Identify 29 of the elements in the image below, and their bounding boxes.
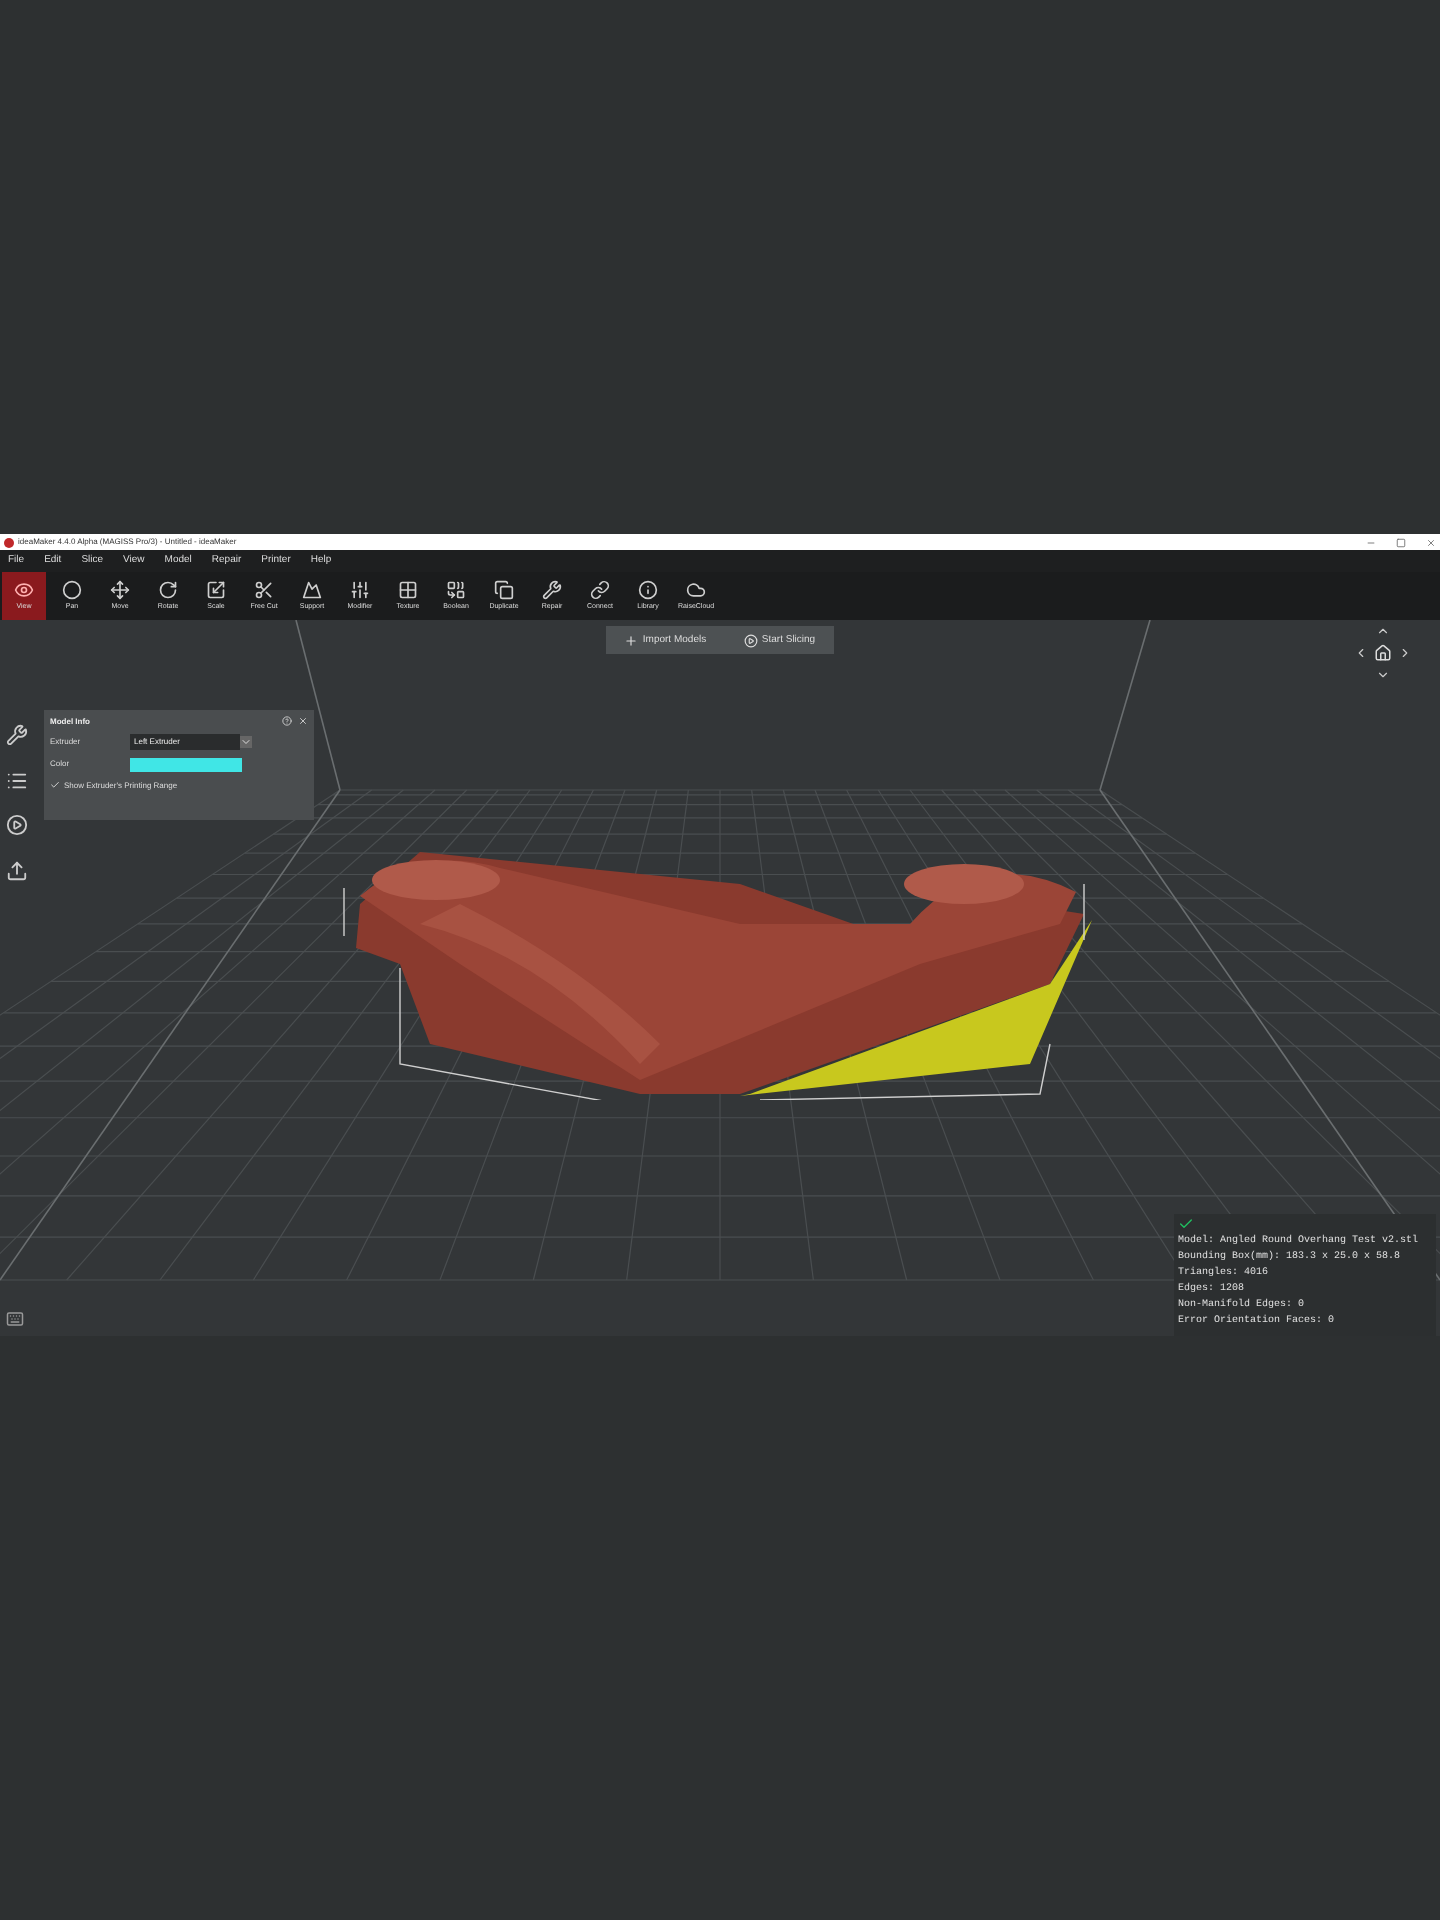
plus-icon <box>624 633 639 647</box>
keyboard-icon[interactable] <box>6 1310 24 1328</box>
info-icon <box>638 580 658 601</box>
list-icon[interactable] <box>6 770 28 792</box>
circle-icon <box>62 580 82 601</box>
link-icon <box>590 580 610 601</box>
wrench-icon[interactable] <box>6 724 28 746</box>
checkbox[interactable] <box>50 780 60 790</box>
scissors-icon <box>254 580 274 601</box>
shapes-icon <box>446 580 466 601</box>
scale-icon <box>206 580 226 601</box>
upload-icon[interactable] <box>6 860 28 882</box>
grid-icon <box>398 580 418 601</box>
copy-icon <box>494 580 514 601</box>
play-icon <box>743 633 758 647</box>
home-icon[interactable] <box>1374 644 1392 662</box>
move-icon <box>110 580 130 601</box>
app-logo-icon <box>4 537 14 547</box>
play-icon[interactable] <box>6 814 28 836</box>
help-icon[interactable] <box>282 716 292 726</box>
maximize-icon[interactable] <box>1396 537 1406 547</box>
cloud-icon <box>686 580 706 601</box>
rotate-icon <box>158 580 178 601</box>
sliders-icon <box>350 580 370 601</box>
check-icon <box>1178 1216 1194 1232</box>
eye-icon <box>14 580 34 601</box>
color-swatch[interactable] <box>130 757 242 771</box>
wrench-icon <box>542 580 562 601</box>
mountain-icon <box>302 580 322 601</box>
